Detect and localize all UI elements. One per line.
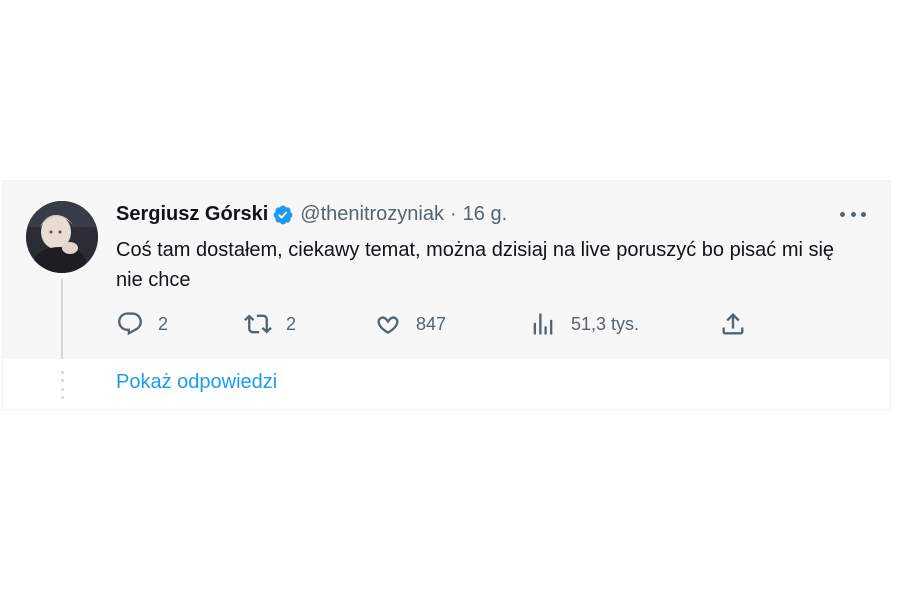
like-button[interactable]: 847 xyxy=(374,309,446,339)
reply-icon xyxy=(118,312,142,336)
avatar[interactable] xyxy=(26,201,98,273)
views-button[interactable]: 51,3 tys. xyxy=(529,309,639,339)
heart-icon xyxy=(377,316,399,334)
more-dot xyxy=(850,211,856,217)
timestamp[interactable]: 16 g. xyxy=(463,203,507,226)
retweet-count: 2 xyxy=(286,313,297,334)
thread-dot xyxy=(60,379,64,383)
more-dot xyxy=(840,211,845,217)
views-count: 51,3 tys. xyxy=(571,313,640,334)
thread-dot xyxy=(60,387,64,391)
more-dot xyxy=(861,211,866,217)
more-horizontal-icon[interactable] xyxy=(840,207,866,221)
share-button[interactable] xyxy=(719,309,747,339)
show-replies-link[interactable]: Pokaż odpowiedzi xyxy=(116,371,277,394)
separator: · xyxy=(449,203,457,225)
tweet-card: Sergiusz Górski @thenitrozyniak · 16 g. … xyxy=(2,180,891,410)
thread-dot xyxy=(60,395,64,399)
author-name[interactable]: Sergiusz Górski xyxy=(116,203,268,226)
verified-badge-icon[interactable] xyxy=(272,204,294,226)
thread-dots xyxy=(60,371,64,399)
tweet-text: Coś tam dostałem, ciekawy temat, można d… xyxy=(116,239,835,291)
reply-button[interactable]: 2 xyxy=(116,309,168,339)
like-count: 847 xyxy=(416,313,447,334)
author-handle[interactable]: @thenitrozyniak xyxy=(300,203,444,226)
tweet-actions: 2 2 847 51,3 tys. xyxy=(116,309,756,339)
tweet-header: Sergiusz Górski @thenitrozyniak · 16 g. xyxy=(116,203,507,226)
thread-line xyxy=(61,279,63,359)
tweet[interactable]: Sergiusz Górski @thenitrozyniak · 16 g. … xyxy=(3,181,890,359)
analytics-icon xyxy=(533,313,553,335)
share-icon xyxy=(722,313,744,335)
thread-dot xyxy=(60,371,64,374)
retweet-button[interactable]: 2 xyxy=(244,309,296,339)
reply-count: 2 xyxy=(158,313,169,334)
retweet-icon xyxy=(244,314,272,334)
avatar-photo xyxy=(26,201,98,273)
